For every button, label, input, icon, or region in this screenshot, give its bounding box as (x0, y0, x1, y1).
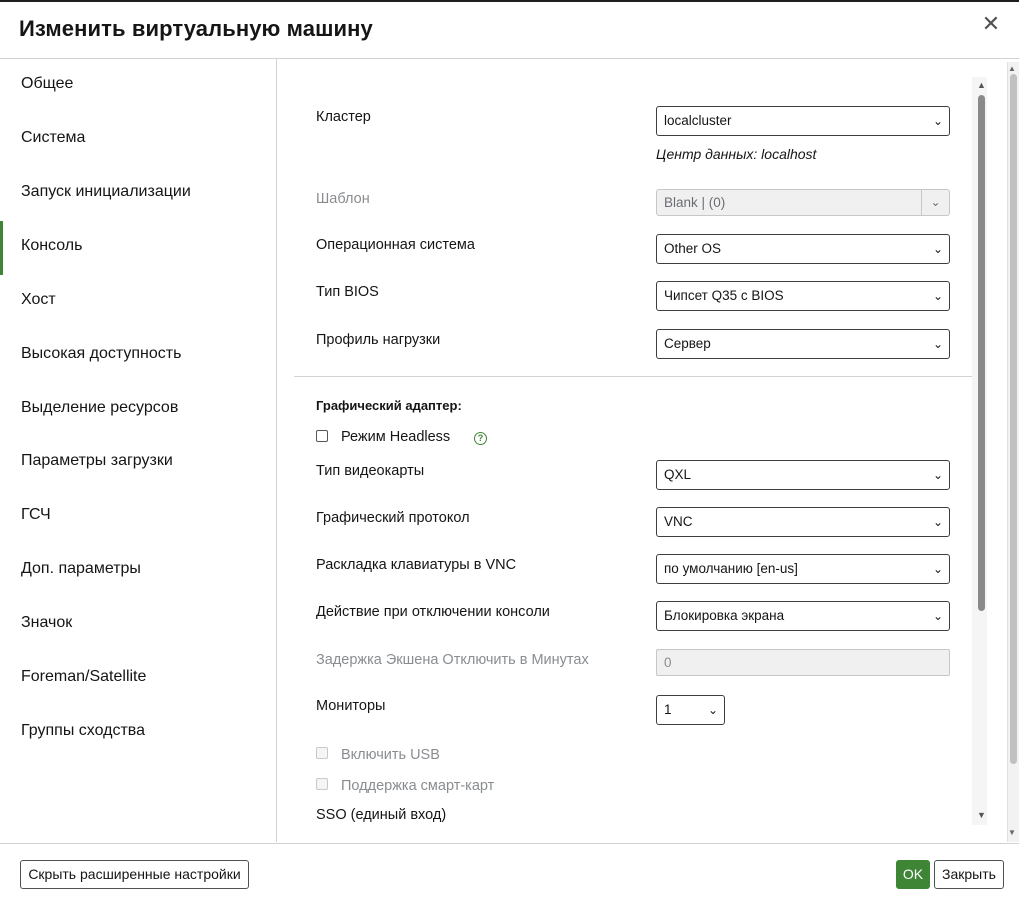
scroll-up-icon[interactable]: ▲ (1008, 64, 1016, 73)
headless-checkbox[interactable] (316, 430, 328, 442)
profile-value: Сервер (664, 336, 711, 351)
dialog-scrollbar-thumb[interactable] (1010, 74, 1017, 764)
monitors-select[interactable]: 1 ⌄ (656, 695, 725, 725)
sidebar-item-custom-properties[interactable]: Доп. параметры (0, 544, 276, 598)
os-select[interactable]: Other OS ⌄ (656, 234, 950, 264)
usb-label: Включить USB (341, 747, 440, 763)
bios-label: Тип BIOS (316, 284, 379, 300)
sidebar-item-rng[interactable]: ГСЧ (0, 490, 276, 544)
sidebar-item-resource-allocation[interactable]: Выделение ресурсов (0, 383, 276, 437)
content-scrollbar-thumb[interactable] (978, 95, 985, 611)
bios-select[interactable]: Чипсет Q35 с BIOS ⌄ (656, 281, 950, 311)
sidebar-item-high-availability[interactable]: Высокая доступность (0, 329, 276, 383)
chevron-down-icon: ⌄ (932, 337, 943, 351)
chevron-down-icon: ⌄ (921, 190, 949, 215)
sidebar-item-general[interactable]: Общее (0, 59, 276, 113)
chevron-down-icon: ⌄ (932, 515, 943, 529)
chevron-down-icon: ⌄ (932, 468, 943, 482)
smartcard-checkbox (316, 778, 328, 790)
vnc-keymap-value: по умолчанию [en-us] (664, 561, 798, 576)
ok-button[interactable]: OK (896, 860, 930, 889)
sidebar-item-initial-run[interactable]: Запуск инициализации (0, 167, 276, 221)
scroll-down-icon[interactable]: ▼ (1008, 828, 1016, 837)
datacenter-hint: Центр данных: localhost (656, 146, 817, 162)
video-type-select[interactable]: QXL ⌄ (656, 460, 950, 490)
disconnect-action-value: Блокировка экрана (664, 608, 785, 623)
cluster-label: Кластер (316, 109, 371, 125)
template-value: Blank | (0) (664, 195, 726, 210)
disconnect-action-select[interactable]: Блокировка экрана ⌄ (656, 601, 950, 631)
scroll-up-icon[interactable]: ▲ (977, 80, 986, 90)
monitors-label: Мониторы (316, 698, 386, 714)
sidebar-item-icon[interactable]: Значок (0, 598, 276, 652)
sidebar-item-host[interactable]: Хост (0, 275, 276, 329)
os-value: Other OS (664, 241, 722, 256)
vnc-keymap-select[interactable]: по умолчанию [en-us] ⌄ (656, 554, 950, 584)
close-button[interactable]: Закрыть (934, 860, 1004, 889)
profile-label: Профиль нагрузки (316, 332, 441, 348)
headless-label: Режим Headless (341, 429, 451, 445)
video-type-label: Тип видеокарты (316, 463, 425, 479)
sidebar-item-system[interactable]: Система (0, 113, 276, 167)
edit-vm-dialog: Изменить виртуальную машину ✕ Общее Сист… (0, 0, 1019, 905)
graphics-protocol-label: Графический протокол (316, 510, 470, 526)
section-divider (294, 376, 974, 377)
chevron-down-icon: ⌄ (932, 114, 943, 128)
dialog-footer: Скрыть расширенные настройки OK Закрыть (0, 843, 1019, 907)
console-settings-panel: Кластер localcluster ⌄ Центр данных: loc… (277, 59, 1019, 842)
template-label: Шаблон (316, 191, 370, 207)
monitors-value: 1 (664, 702, 672, 717)
sidebar-item-affinity-groups[interactable]: Группы сходства (0, 706, 276, 760)
os-label: Операционная система (316, 237, 475, 253)
help-circle-icon[interactable]: ? (474, 432, 487, 445)
chevron-down-icon: ⌄ (707, 703, 718, 717)
bios-value: Чипсет Q35 с BIOS (664, 288, 784, 303)
sidebar-item-console[interactable]: Консоль (0, 221, 276, 275)
disconnect-action-label: Действие при отключении консоли (316, 604, 550, 620)
chevron-down-icon: ⌄ (932, 289, 943, 303)
graphics-protocol-select[interactable]: VNC ⌄ (656, 507, 950, 537)
cluster-select[interactable]: localcluster ⌄ (656, 106, 950, 136)
cluster-value: localcluster (664, 113, 732, 128)
dialog-title: Изменить виртуальную машину (19, 16, 373, 41)
usb-checkbox (316, 747, 328, 759)
toggle-advanced-button[interactable]: Скрыть расширенные настройки (20, 860, 249, 889)
disconnect-delay-input: 0 (656, 649, 950, 676)
profile-select[interactable]: Сервер ⌄ (656, 329, 950, 359)
graphics-protocol-value: VNC (664, 514, 693, 529)
chevron-down-icon: ⌄ (932, 562, 943, 576)
sso-label: SSO (единый вход) (316, 807, 447, 823)
sidebar-item-boot-options[interactable]: Параметры загрузки (0, 436, 276, 490)
scroll-down-icon[interactable]: ▼ (977, 810, 986, 820)
graphics-section-title: Графический адаптер: (316, 398, 462, 413)
sidebar-nav: Общее Система Запуск инициализации Консо… (0, 59, 277, 842)
sidebar-item-foreman-satellite[interactable]: Foreman/Satellite (0, 652, 276, 706)
smartcard-label: Поддержка смарт-карт (341, 778, 495, 794)
disconnect-delay-label: Задержка Экшена Отключить в Минутах (316, 652, 589, 668)
vnc-keymap-label: Раскладка клавиатуры в VNC (316, 557, 517, 573)
chevron-down-icon: ⌄ (932, 609, 943, 623)
template-select: Blank | (0) ⌄ (656, 189, 950, 216)
video-type-value: QXL (664, 467, 692, 482)
chevron-down-icon: ⌄ (932, 242, 943, 256)
close-icon[interactable]: ✕ (981, 12, 1001, 36)
dialog-header: Изменить виртуальную машину ✕ (0, 2, 1019, 59)
